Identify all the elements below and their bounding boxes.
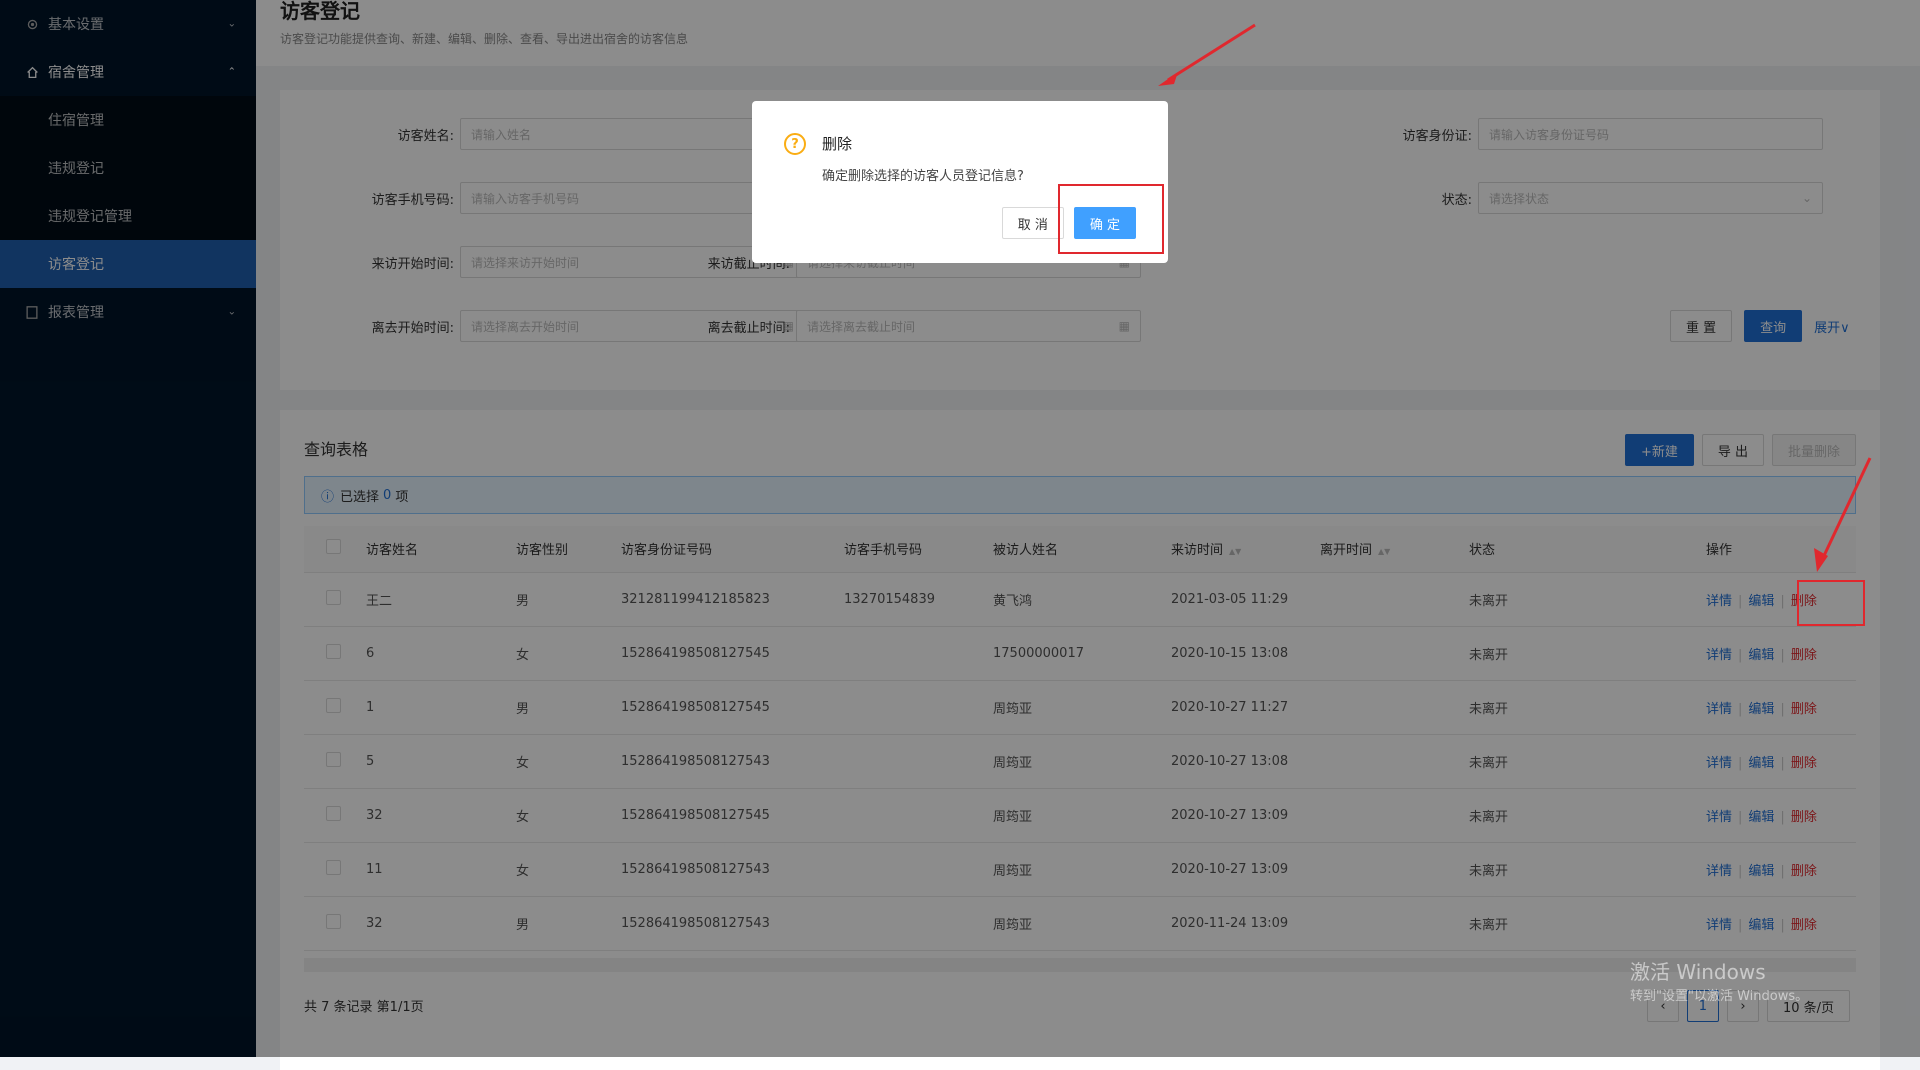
watermark-line2: 转到"设置"以激活 Windows。 bbox=[1630, 989, 1809, 1004]
watermark-line1: 激活 Windows bbox=[1630, 960, 1766, 984]
annotation-arrows bbox=[1158, 23, 1872, 572]
windows-watermark: 激活 Windows 转到"设置"以激活 Windows。 bbox=[1630, 956, 1808, 1004]
